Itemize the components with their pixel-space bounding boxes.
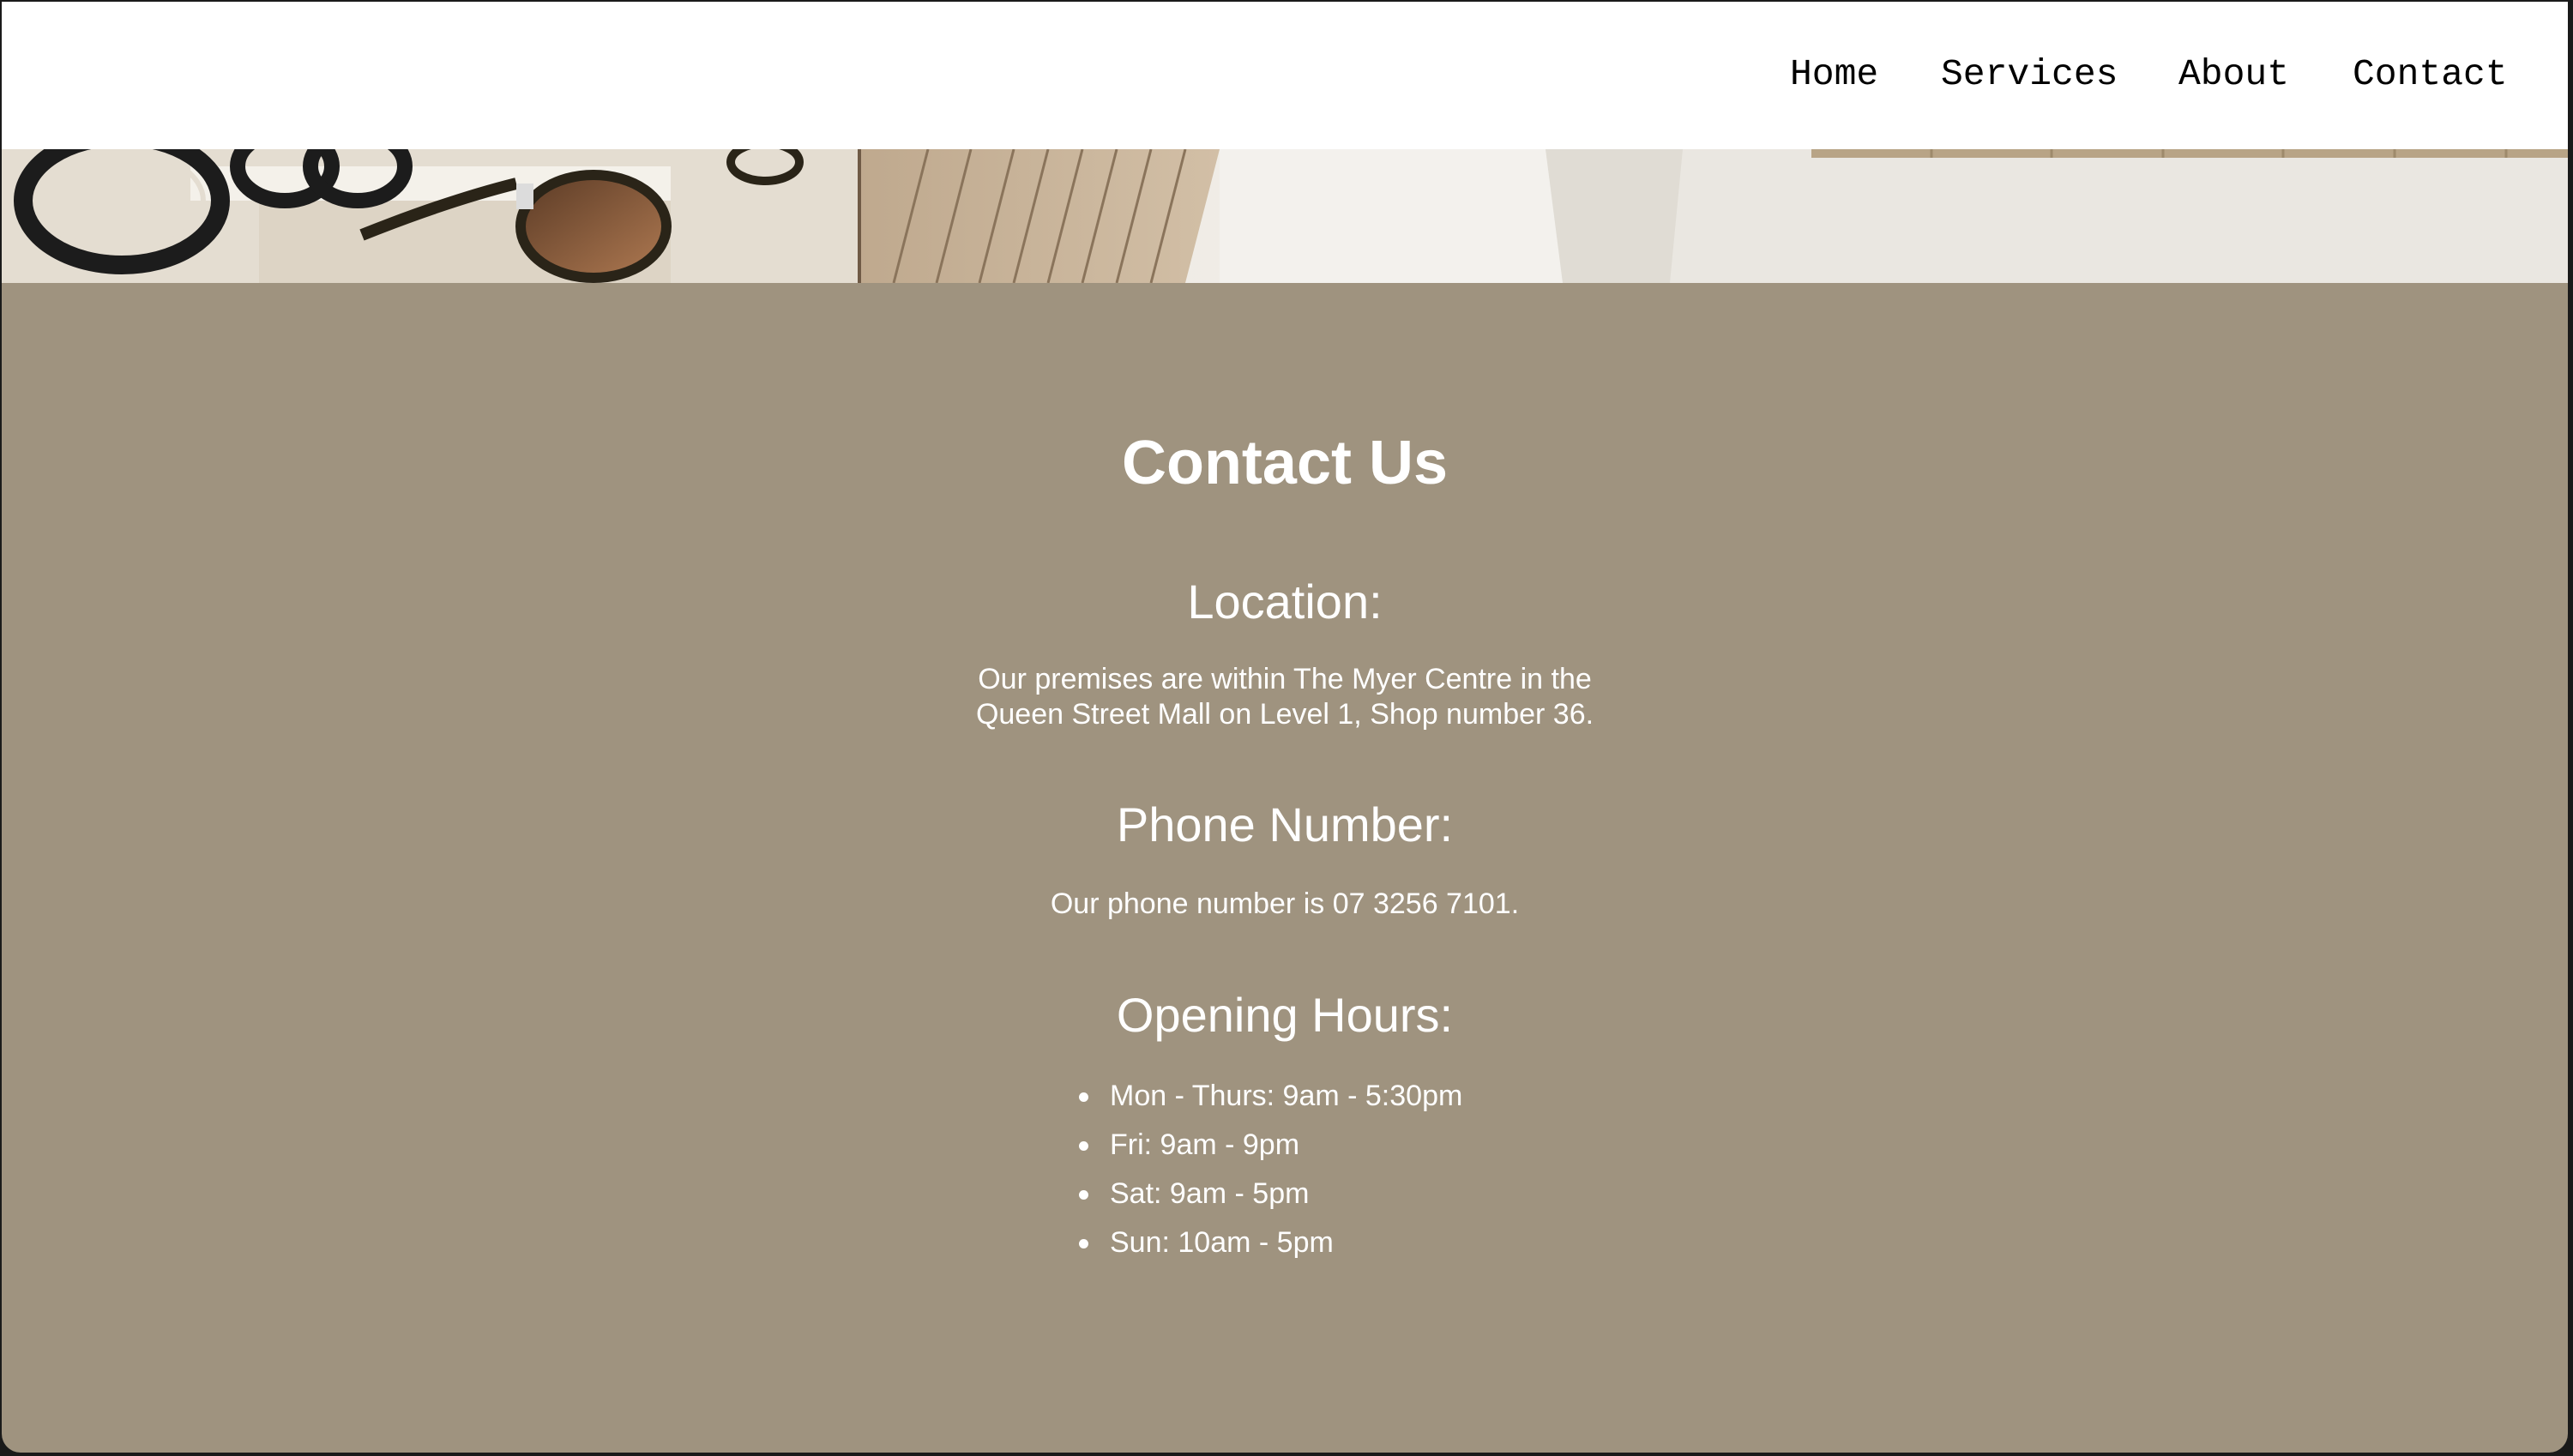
list-item: Fri: 9am - 9pm [1074,1121,1462,1170]
list-item: Sat: 9am - 5pm [1074,1170,1462,1218]
contact-section: Contact Us Location: Our premises are wi… [2,283,2568,1453]
hours-item-text: Sat: 9am - 5pm [1110,1177,1310,1210]
hero-image [2,149,2568,283]
navbar: Home Services About Contact [2,2,2568,149]
nav-link-home[interactable]: Home [1790,53,1878,96]
phone-heading: Phone Number: [1116,797,1454,851]
phone-text: Our phone number is 07 3256 7101. [1050,887,1520,920]
hours-item-text: Fri: 9am - 9pm [1110,1128,1300,1161]
location-text-line1: Our premises are within The Myer Centre … [978,663,1592,695]
list-item: Mon - Thurs: 9am - 5:30pm [1074,1072,1462,1121]
hours-list: Mon - Thurs: 9am - 5:30pm Fri: 9am - 9pm… [1074,1072,1462,1267]
location-text-line2: Queen Street Mall on Level 1, Shop numbe… [975,698,1594,731]
hours-heading: Opening Hours: [1116,988,1454,1042]
bullet-icon [1079,1239,1088,1248]
eyewear-store-image [2,149,2568,283]
browser-window: Home Services About Contact Contact Us L… [2,2,2568,1453]
hours-item-text: Sun: 10am - 5pm [1110,1226,1334,1259]
list-item: Sun: 10am - 5pm [1074,1218,1462,1267]
page-title: Contact Us [1121,429,1449,497]
nav-link-about[interactable]: About [2178,53,2289,96]
bullet-icon [1079,1190,1088,1200]
nav-link-services[interactable]: Services [1941,53,2118,96]
nav-link-contact[interactable]: Contact [2353,53,2508,96]
hours-item-text: Mon - Thurs: 9am - 5:30pm [1110,1080,1463,1112]
location-heading: Location: [1187,575,1383,629]
bullet-icon [1079,1092,1088,1102]
bullet-icon [1079,1141,1088,1151]
